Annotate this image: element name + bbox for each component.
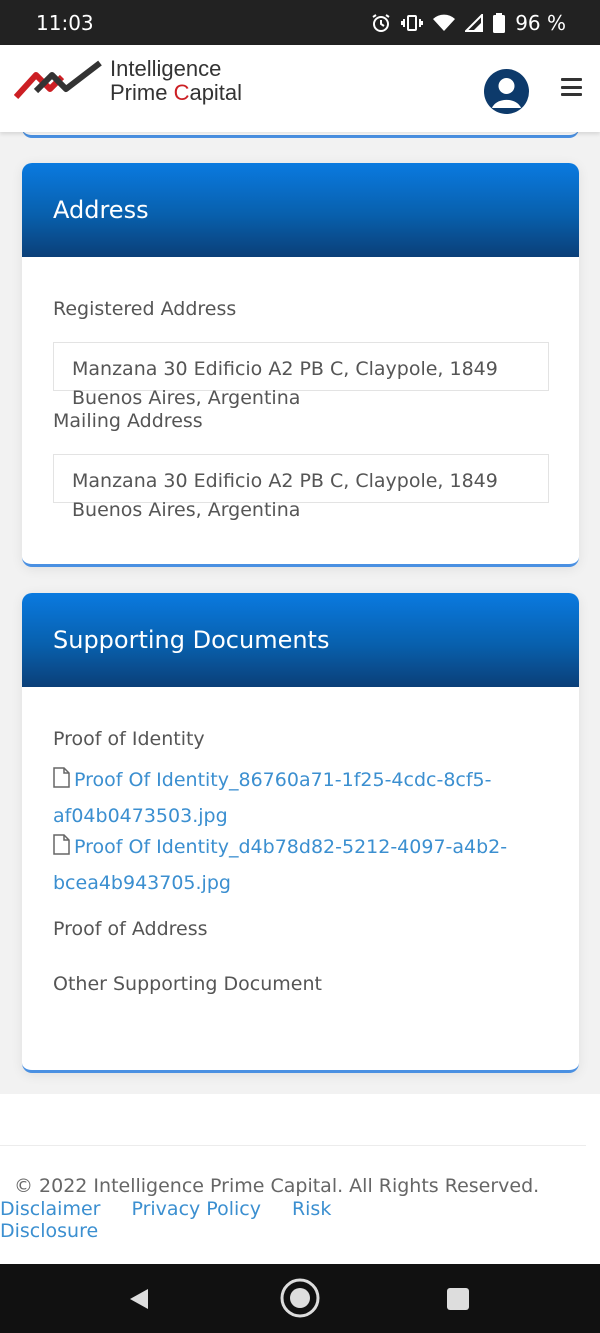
registered-address-label: Registered Address xyxy=(53,298,237,320)
mailing-address-label: Mailing Address xyxy=(53,410,203,432)
recents-icon[interactable] xyxy=(447,1288,469,1314)
registered-address-value: Manzana 30 Edificio A2 PB C, Claypole, 1… xyxy=(72,358,498,409)
status-time: 11:03 xyxy=(36,10,94,35)
identity-file-name-1: Proof Of Identity_86760a71-1f25-4cdc-8cf… xyxy=(53,769,492,827)
page-footer: © 2022 Intelligence Prime Capital. All R… xyxy=(0,1094,600,1264)
file-icon xyxy=(53,765,70,799)
alarm-icon xyxy=(371,13,391,33)
address-card: Address Registered Address Manzana 30 Ed… xyxy=(22,163,579,567)
back-icon[interactable] xyxy=(127,1287,151,1315)
menu-icon[interactable] xyxy=(561,78,582,96)
copyright-text: © 2022 Intelligence Prime Capital. All R… xyxy=(14,1175,540,1197)
documents-card-title: Supporting Documents xyxy=(22,593,579,687)
user-avatar-icon[interactable] xyxy=(484,69,529,114)
wifi-icon xyxy=(433,14,456,32)
app-header: Intelligence Prime Capital xyxy=(0,45,600,132)
battery-percent: 96 % xyxy=(515,10,566,35)
battery-icon xyxy=(493,12,506,33)
proof-of-identity-label: Proof of Identity xyxy=(53,728,205,750)
proof-of-address-label: Proof of Address xyxy=(53,918,208,940)
logo-text: Intelligence Prime Capital xyxy=(110,57,242,105)
system-nav-bar xyxy=(0,1264,600,1333)
footer-divider xyxy=(0,1145,586,1146)
identity-file-name-2: Proof Of Identity_d4b78d82-5212-4097-a4b… xyxy=(53,836,508,894)
signal-icon xyxy=(465,13,484,32)
vibrate-icon xyxy=(401,13,424,33)
other-document-label: Other Supporting Document xyxy=(53,973,322,995)
logo-line1: Intelligence xyxy=(110,56,222,81)
privacy-policy-link[interactable]: Privacy Policy xyxy=(131,1198,260,1220)
logo-icon xyxy=(13,57,104,111)
status-icons: 96 % xyxy=(371,11,566,35)
footer-links: Disclaimer Privacy Policy Risk Disclosure xyxy=(0,1198,360,1242)
mailing-address-value: Manzana 30 Edificio A2 PB C, Claypole, 1… xyxy=(72,470,498,521)
status-bar: 11:03 96 % xyxy=(0,0,600,45)
registered-address-field[interactable]: Manzana 30 Edificio A2 PB C, Claypole, 1… xyxy=(53,342,549,409)
logo-line2: Prime Capital xyxy=(110,80,243,105)
identity-file-link-2[interactable]: Proof Of Identity_d4b78d82-5212-4097-a4b… xyxy=(53,830,533,900)
documents-card: Supporting Documents Proof of Identity P… xyxy=(22,593,579,1073)
file-icon xyxy=(53,832,70,866)
mailing-address-field[interactable]: Manzana 30 Edificio A2 PB C, Claypole, 1… xyxy=(53,454,549,521)
home-icon[interactable] xyxy=(279,1277,321,1323)
address-card-title: Address xyxy=(22,163,579,257)
identity-file-link-1[interactable]: Proof Of Identity_86760a71-1f25-4cdc-8cf… xyxy=(53,763,533,833)
disclaimer-link[interactable]: Disclaimer xyxy=(0,1198,100,1220)
brand-logo[interactable]: Intelligence Prime Capital xyxy=(13,57,242,111)
